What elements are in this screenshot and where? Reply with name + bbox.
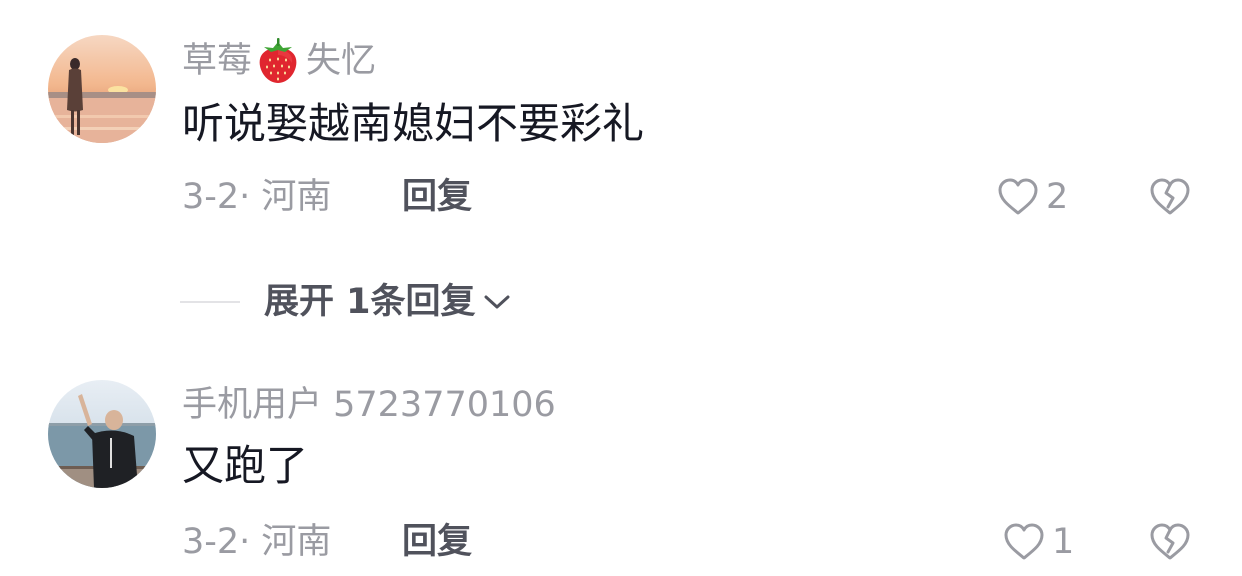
- like-count: 1: [1052, 522, 1075, 562]
- comment-item: 手机用户 5723770106 又跑了 3-2· 河南 回复 1: [0, 345, 1242, 576]
- comment-text[interactable]: 听说娶越南媳妇不要彩礼: [182, 98, 644, 150]
- heart-outline-icon: [998, 178, 1038, 215]
- avatar[interactable]: [48, 380, 156, 488]
- broken-heart-icon: [1150, 523, 1190, 560]
- expand-replies-button[interactable]: 展开 1条回复: [180, 280, 512, 324]
- strawberry-icon: [256, 38, 300, 84]
- expand-replies-label: 展开 1条回复: [264, 282, 476, 322]
- comment-meta: 3-2· 河南: [182, 177, 332, 217]
- comment-username[interactable]: 草莓 失忆: [182, 38, 376, 84]
- comment-username[interactable]: 手机用户 5723770106: [182, 383, 556, 427]
- comment-item: 草莓 失忆 听说娶越南媳妇不要彩礼 3-2· 河南 回复 2: [0, 0, 1242, 250]
- reply-button[interactable]: 回复: [402, 175, 472, 219]
- heart-outline-icon: [1004, 523, 1044, 560]
- like-count: 2: [1046, 177, 1069, 217]
- reply-button[interactable]: 回复: [402, 520, 472, 564]
- like-button[interactable]: 2: [996, 175, 1068, 219]
- broken-heart-icon: [1150, 178, 1190, 215]
- divider-line: [180, 301, 240, 303]
- like-button[interactable]: 1: [1002, 520, 1074, 564]
- comment-meta: 3-2· 河南: [182, 522, 332, 562]
- dislike-button[interactable]: [1149, 177, 1191, 217]
- avatar[interactable]: [48, 35, 156, 143]
- username-text: 失忆: [306, 41, 377, 81]
- dislike-button[interactable]: [1149, 522, 1191, 562]
- comment-text[interactable]: 又跑了: [182, 440, 308, 492]
- chevron-down-icon: [484, 295, 510, 309]
- username-text: 草莓: [182, 41, 253, 81]
